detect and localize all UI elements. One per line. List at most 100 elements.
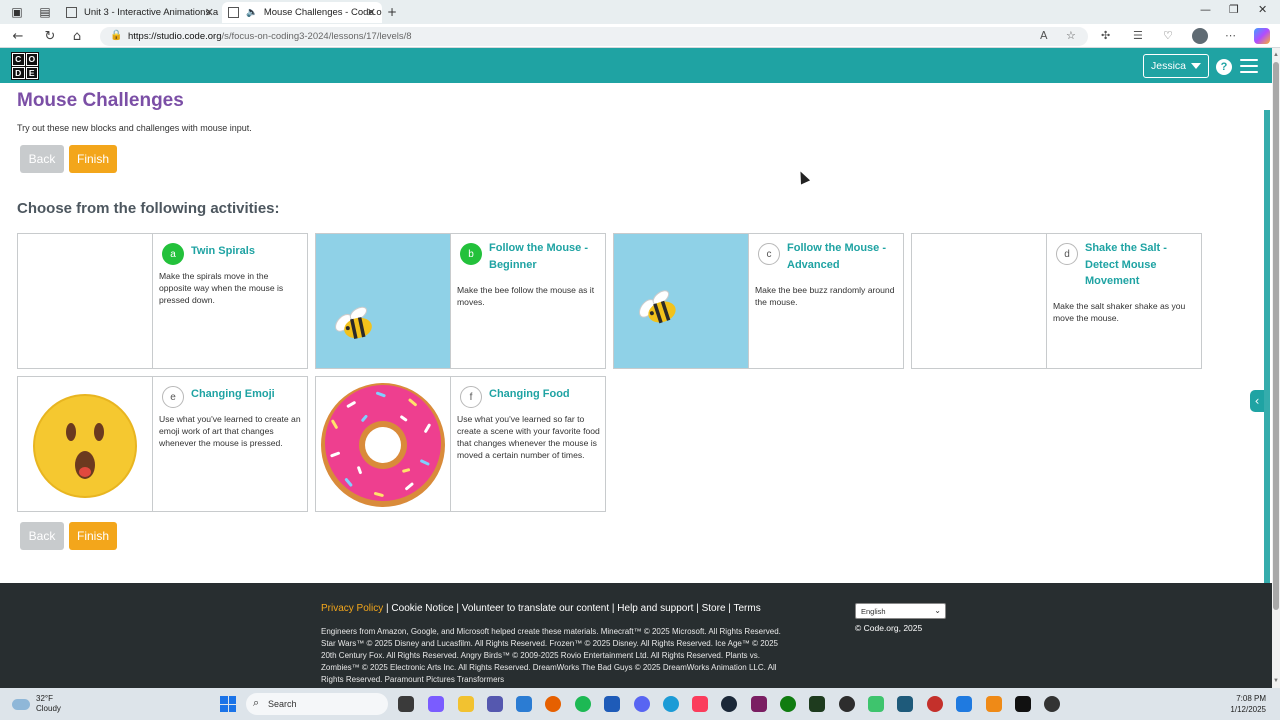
app-icon[interactable] bbox=[1044, 696, 1060, 712]
read-aloud-icon[interactable]: A bbox=[1040, 29, 1048, 42]
speaker-icon[interactable]: 🔈 bbox=[246, 7, 258, 18]
discord-icon[interactable] bbox=[634, 696, 650, 712]
hamburger-menu-icon[interactable] bbox=[1240, 59, 1258, 73]
teams-icon[interactable] bbox=[487, 696, 503, 712]
activity-title[interactable]: Twin Spirals bbox=[191, 243, 303, 260]
app-icon[interactable] bbox=[1015, 696, 1031, 712]
edge-icon[interactable] bbox=[663, 696, 679, 712]
activity-letter-badge: c bbox=[758, 243, 780, 265]
user-menu-button[interactable]: Jessica bbox=[1143, 54, 1209, 78]
activity-card-e[interactable]: e Changing Emoji Use what you've learned… bbox=[17, 376, 308, 512]
activity-title[interactable]: Changing Emoji bbox=[191, 386, 303, 403]
app-icon[interactable] bbox=[986, 696, 1002, 712]
more-options-icon[interactable]: ⋯ bbox=[1225, 29, 1236, 42]
scroll-up-icon[interactable]: ▲ bbox=[1273, 52, 1279, 58]
logo-letter: C bbox=[12, 53, 25, 66]
weather-widget[interactable]: 32°F Cloudy bbox=[12, 694, 61, 714]
activity-letter-badge: f bbox=[460, 386, 482, 408]
refresh-icon[interactable]: ↻ bbox=[42, 28, 58, 44]
code-org-favicon-icon bbox=[228, 7, 239, 18]
profile-avatar-icon[interactable] bbox=[1192, 28, 1208, 44]
minimize-icon[interactable]: — bbox=[1200, 3, 1211, 16]
copilot-app-icon[interactable] bbox=[428, 696, 444, 712]
close-tab-icon[interactable]: ✕ bbox=[367, 6, 376, 19]
activity-description: Use what you've learned so far to create… bbox=[457, 414, 600, 460]
app-icon[interactable] bbox=[839, 696, 855, 712]
app-icon[interactable] bbox=[751, 696, 767, 712]
footer-other-links[interactable]: | Cookie Notice | Volunteer to translate… bbox=[383, 603, 761, 614]
favorites-icon[interactable]: ☰ bbox=[1133, 29, 1143, 42]
favorite-star-icon[interactable]: ☆ bbox=[1066, 29, 1076, 42]
tab-unit3[interactable]: Unit 3 - Interactive Animations a ✕ bbox=[60, 2, 220, 23]
taskbar-search-input[interactable]: ⌕ Search bbox=[246, 693, 388, 715]
activity-description: Make the bee follow the mouse as it move… bbox=[457, 285, 595, 307]
maximize-icon[interactable]: ❐ bbox=[1229, 3, 1239, 16]
finish-button-bottom[interactable]: Finish bbox=[69, 522, 117, 550]
surprised-emoji-icon bbox=[33, 394, 137, 498]
scroll-down-icon[interactable]: ▼ bbox=[1273, 678, 1279, 684]
finish-button-top[interactable]: Finish bbox=[69, 145, 117, 173]
activity-letter-badge: a bbox=[162, 243, 184, 265]
activity-description: Make the salt shaker shake as you move t… bbox=[1053, 301, 1186, 323]
copilot-icon[interactable] bbox=[1254, 28, 1270, 44]
close-window-icon[interactable]: ✕ bbox=[1258, 3, 1267, 16]
close-tab-icon[interactable]: ✕ bbox=[205, 6, 214, 19]
activity-thumbnail-bee bbox=[316, 234, 451, 368]
workspaces-icon[interactable]: ▣ bbox=[9, 4, 25, 20]
activity-title[interactable]: Changing Food bbox=[489, 386, 601, 403]
expand-panel-chevron-icon[interactable]: ‹ bbox=[1250, 390, 1264, 412]
user-name: Jessica bbox=[1150, 60, 1186, 72]
system-clock[interactable]: 7:08 PM 1/12/2025 bbox=[1222, 693, 1266, 715]
back-arrow-icon[interactable]: ← bbox=[10, 28, 26, 44]
steam-icon[interactable] bbox=[721, 696, 737, 712]
windows-start-icon[interactable] bbox=[220, 696, 236, 712]
activity-title[interactable]: Follow the Mouse - Advanced bbox=[787, 240, 899, 273]
language-select[interactable]: English ⌄ bbox=[855, 603, 946, 619]
scrollbar-thumb[interactable] bbox=[1273, 62, 1279, 610]
file-explorer-icon[interactable] bbox=[458, 696, 474, 712]
activity-card-c[interactable]: c Follow the Mouse - Advanced Make the b… bbox=[613, 233, 904, 369]
activity-letter-badge: d bbox=[1056, 243, 1078, 265]
app-icon[interactable] bbox=[956, 696, 972, 712]
xbox-icon[interactable] bbox=[780, 696, 796, 712]
privacy-policy-link[interactable]: Privacy Policy bbox=[321, 603, 383, 614]
app-icon[interactable] bbox=[927, 696, 943, 712]
language-value: English bbox=[861, 606, 886, 616]
code-org-logo[interactable]: C O D E bbox=[11, 52, 39, 80]
search-placeholder: Search bbox=[268, 699, 297, 709]
activity-letter-badge: b bbox=[460, 243, 482, 265]
url-field[interactable]: 🔒 https://studio.code.org/s/focus-on-cod… bbox=[100, 27, 1088, 46]
app-icon[interactable] bbox=[868, 696, 884, 712]
app-icon[interactable] bbox=[516, 696, 532, 712]
page-scrollbar[interactable]: ▲ ▼ bbox=[1272, 48, 1280, 688]
help-icon[interactable]: ? bbox=[1216, 59, 1232, 75]
back-button-top[interactable]: Back bbox=[20, 145, 64, 173]
pt-app-icon[interactable] bbox=[809, 696, 825, 712]
app-icon[interactable] bbox=[897, 696, 913, 712]
spotify-icon[interactable] bbox=[575, 696, 591, 712]
extensions-icon[interactable]: ✣ bbox=[1101, 29, 1110, 42]
site-footer: Privacy Policy | Cookie Notice | Volunte… bbox=[0, 583, 1272, 688]
new-tab-icon[interactable]: + bbox=[384, 4, 400, 20]
chevron-down-icon: ⌄ bbox=[934, 606, 941, 615]
tab-mouse-challenges[interactable]: 🔈 Mouse Challenges - Code.o ✕ bbox=[222, 2, 382, 23]
donut-icon bbox=[321, 383, 445, 507]
temperature: 32°F bbox=[36, 694, 53, 703]
activity-card-d[interactable]: d Shake the Salt - Detect Mouse Movement… bbox=[911, 233, 1202, 369]
home-icon[interactable]: ⌂ bbox=[69, 28, 85, 44]
back-button-bottom[interactable]: Back bbox=[20, 522, 64, 550]
task-view-icon[interactable] bbox=[398, 696, 414, 712]
browser-essentials-icon[interactable]: ♡ bbox=[1163, 29, 1173, 42]
activity-description: Make the spirals move in the opposite wa… bbox=[159, 271, 284, 305]
music-icon[interactable] bbox=[692, 696, 708, 712]
activity-card-a[interactable]: a Twin Spirals Make the spirals move in … bbox=[17, 233, 308, 369]
activity-description: Make the bee buzz randomly around the mo… bbox=[755, 285, 895, 307]
activity-card-f[interactable]: f Changing Food Use what you've learned … bbox=[315, 376, 606, 512]
firefox-icon[interactable] bbox=[545, 696, 561, 712]
tab-title: Unit 3 - Interactive Animations a bbox=[84, 7, 219, 18]
activity-card-b[interactable]: b Follow the Mouse - Beginner Make the b… bbox=[315, 233, 606, 369]
outlook-icon[interactable] bbox=[604, 696, 620, 712]
activity-title[interactable]: Follow the Mouse - Beginner bbox=[489, 240, 601, 273]
activity-title[interactable]: Shake the Salt - Detect Mouse Movement bbox=[1085, 240, 1197, 290]
tab-actions-icon[interactable]: ▤ bbox=[37, 4, 53, 20]
